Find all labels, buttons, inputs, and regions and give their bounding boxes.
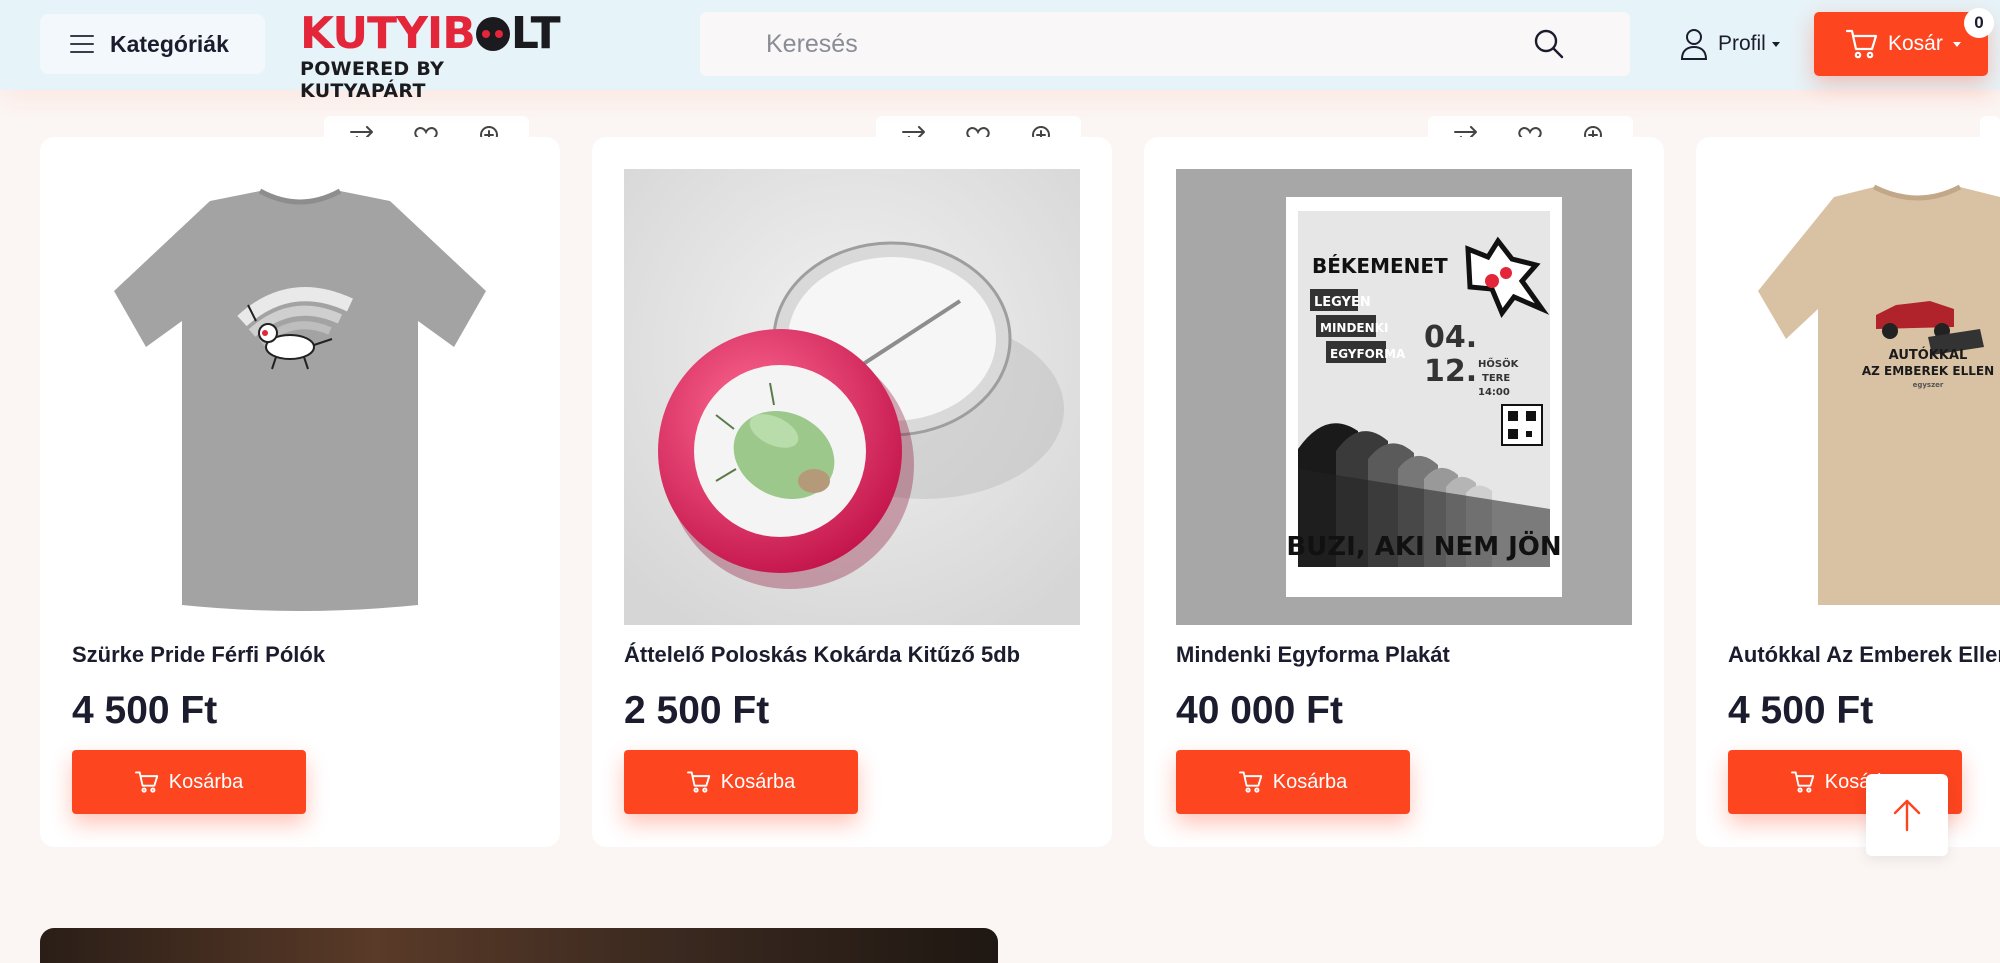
add-to-cart-label: Kosárba <box>720 770 796 793</box>
product-price: 4 500 Ft <box>1728 689 1874 732</box>
cart-icon <box>134 771 158 793</box>
svg-text:TERE: TERE <box>1482 373 1510 384</box>
svg-text:14:00: 14:00 <box>1478 387 1510 398</box>
product-price: 2 500 Ft <box>624 689 770 732</box>
scroll-to-top-button[interactable] <box>1866 774 1948 856</box>
search-input[interactable] <box>700 12 1560 76</box>
user-icon <box>1680 29 1708 60</box>
profile-menu[interactable]: Profil <box>1680 26 1780 62</box>
add-to-cart-button[interactable]: Kosárba <box>624 750 858 814</box>
product-title[interactable]: Szürke Pride Férfi Pólók <box>72 642 552 668</box>
svg-text:BUZI, AKI NEM JÖN: BUZI, AKI NEM JÖN <box>1286 529 1561 562</box>
logo-tagline: POWERED BY KUTYAPÁRT <box>300 58 445 102</box>
menu-icon <box>70 35 94 53</box>
dog-face-icon <box>475 17 510 51</box>
add-to-cart-label: Kosárba <box>168 770 244 793</box>
svg-text:BÉKEMENET: BÉKEMENET <box>1312 254 1448 278</box>
cart-label: Kosár <box>1888 32 1943 55</box>
product-title[interactable]: Mindenki Egyforma Plakát <box>1176 642 1656 668</box>
add-to-cart-button[interactable]: Kosárba <box>1176 750 1410 814</box>
svg-text:04.: 04. <box>1424 320 1477 355</box>
cart-icon <box>686 771 710 793</box>
svg-text:egyszer: egyszer <box>1913 381 1944 389</box>
cart-count-badge: 0 <box>1964 8 1994 38</box>
add-to-cart-button[interactable]: Kosárba <box>72 750 306 814</box>
product-card[interactable]: Szürke Pride Férfi Pólók 4 500 Ft Kosárb… <box>40 137 560 847</box>
svg-text:LEGYEN: LEGYEN <box>1314 295 1371 310</box>
svg-text:MINDENKI: MINDENKI <box>1320 321 1388 335</box>
product-price: 4 500 Ft <box>72 689 218 732</box>
arrow-up-icon <box>1893 799 1921 832</box>
cart-icon <box>1238 771 1262 793</box>
svg-text:HŐSÖK: HŐSÖK <box>1478 356 1520 370</box>
chevron-down-icon <box>1771 41 1780 47</box>
product-image[interactable]: AUTÓKKAL AZ EMBEREK ELLEN egyszer <box>1728 169 2000 625</box>
svg-text:EGYFORMA: EGYFORMA <box>1330 347 1406 361</box>
logo-wordmark: KUTYIB LT <box>300 8 561 59</box>
promo-banner[interactable] <box>40 928 998 963</box>
chevron-down-icon <box>1952 41 1961 47</box>
cart-icon <box>1790 771 1814 793</box>
profile-label: Profil <box>1718 32 1766 55</box>
svg-text:AZ EMBEREK ELLEN: AZ EMBEREK ELLEN <box>1862 364 1994 378</box>
add-to-cart-label: Kosárba <box>1272 770 1348 793</box>
svg-text:12.: 12. <box>1424 354 1477 389</box>
product-card[interactable]: AUTÓKKAL AZ EMBEREK ELLEN egyszer Autókk… <box>1696 137 2000 847</box>
svg-text:AUTÓKKAL: AUTÓKKAL <box>1889 347 1968 363</box>
site-logo[interactable]: KUTYIB LT POWERED BY KUTYAPÁRT <box>300 8 570 103</box>
site-header: Kategóriák KUTYIB LT POWERED BY KUTYAPÁRT… <box>0 0 2000 103</box>
product-image[interactable] <box>624 169 1080 625</box>
search-bar <box>700 12 1630 76</box>
product-title[interactable]: Autókkal Az Emberek Ellen <box>1728 642 2000 668</box>
product-image[interactable]: BÉKEMENET LEGYEN MINDENKI EGYFORMA 04. 1… <box>1176 169 1632 625</box>
cart-button[interactable]: Kosár <box>1814 12 1988 76</box>
cart-icon <box>1846 29 1878 59</box>
product-image[interactable] <box>72 169 528 625</box>
categories-label: Kategóriák <box>110 30 229 57</box>
product-card[interactable]: BÉKEMENET LEGYEN MINDENKI EGYFORMA 04. 1… <box>1144 137 1664 847</box>
product-price: 40 000 Ft <box>1176 689 1343 732</box>
product-card[interactable]: Áttelelő Poloskás Kokárda Kitűző 5db 2 5… <box>592 137 1112 847</box>
product-title[interactable]: Áttelelő Poloskás Kokárda Kitűző 5db <box>624 642 1104 668</box>
search-icon[interactable] <box>1533 28 1565 60</box>
categories-button[interactable]: Kategóriák <box>40 14 265 74</box>
